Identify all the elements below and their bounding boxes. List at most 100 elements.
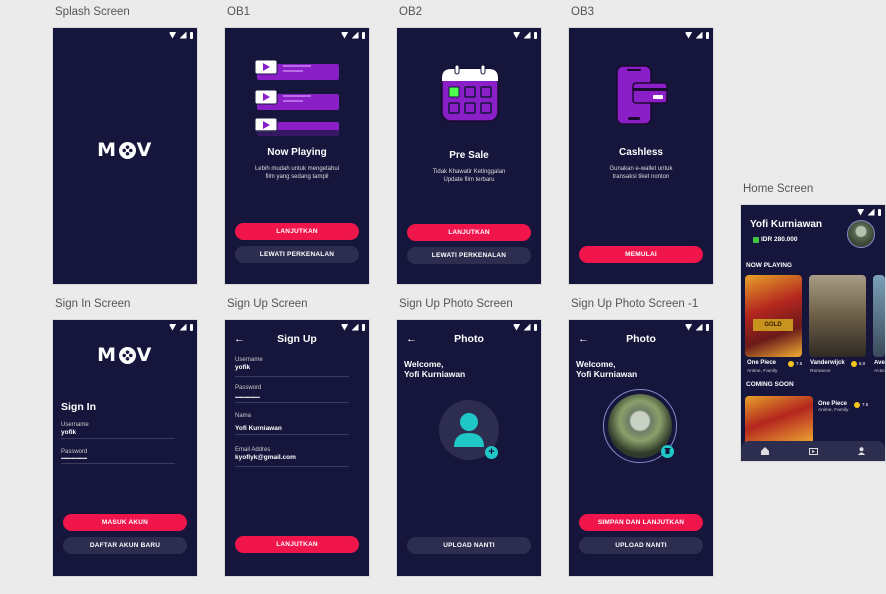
username-field[interactable]: Username yofik [235, 357, 349, 377]
avatar[interactable] [847, 220, 875, 248]
movie-title: Ave [874, 360, 885, 366]
signal-icon [867, 208, 875, 216]
ob3-desc-line2: transaksi tiket nonton [612, 174, 670, 180]
name-value: Yofi Kurniawan [235, 425, 282, 432]
signup-photo-screen: ← Photo Welcome, Yofi Kurniawan + UPLOAD… [397, 320, 541, 576]
password-field[interactable]: Password •••••••••••••••••••••• [61, 449, 175, 464]
film-reel-icon [118, 346, 136, 364]
label-splash: Splash Screen [55, 6, 130, 18]
welcome-line1: Welcome, [576, 359, 616, 369]
status-bar [340, 323, 365, 331]
save-continue-button[interactable]: SIMPAN DAN LANJUTKAN [579, 514, 703, 531]
ob1-desc-line2: film yang sedang tampil [265, 174, 329, 180]
logo-text-v: V [136, 139, 153, 161]
signin-screen: MV Sign In Username yofik Password •••••… [53, 320, 197, 576]
battery-icon [361, 323, 365, 331]
start-button[interactable]: MEMULAI [579, 246, 703, 263]
label-home: Home Screen [743, 183, 814, 195]
wifi-icon [168, 323, 177, 331]
page-title: Photo [626, 333, 656, 345]
username-field[interactable]: Username yofik [61, 422, 175, 439]
star-icon [854, 402, 860, 408]
skip-intro-button[interactable]: LEWATI PERKENALAN [407, 247, 531, 264]
welcome-name: Yofi Kurniawan [404, 369, 466, 379]
ob2-desc-line2: Update film terbaru [443, 177, 495, 183]
wifi-icon [340, 31, 349, 39]
password-label: Password [61, 449, 88, 455]
wifi-icon [856, 208, 865, 216]
wifi-icon [340, 323, 349, 331]
wifi-icon [512, 31, 521, 39]
username-value: yofik [61, 429, 77, 436]
home-icon[interactable] [761, 447, 769, 455]
coming-soon-poster[interactable] [745, 396, 813, 446]
battery-icon [877, 208, 881, 216]
name-field[interactable]: Nama Yofi Kurniawan [235, 413, 349, 435]
user-name: Yofi Kurniawan [750, 219, 823, 230]
movie-genre: Anime, Family [747, 369, 778, 374]
signal-icon [351, 323, 359, 331]
upload-later-button[interactable]: UPLOAD NANTI [579, 537, 703, 554]
upload-later-button[interactable]: UPLOAD NANTI [407, 537, 531, 554]
movie-genre: Actio [874, 369, 885, 374]
ob2-title: Pre Sale [449, 150, 489, 161]
username-label: Username [61, 422, 89, 428]
ticket-icon[interactable] [809, 447, 818, 455]
status-bar [684, 323, 709, 331]
bottom-tab-bar [741, 441, 885, 461]
password-field[interactable]: Password ••••••••••••••••••••• [235, 385, 349, 403]
status-bar [340, 31, 365, 39]
movie-poster[interactable] [809, 275, 866, 357]
ob1-screen: Now Playing Lebih mudah untuk mengetahui… [225, 28, 369, 284]
calendar-icon [441, 65, 499, 122]
name-label: Nama [235, 413, 252, 419]
continue-button[interactable]: LANJUTKAN [407, 224, 531, 241]
label-signup-photo-1: Sign Up Photo Screen -1 [571, 298, 699, 310]
signal-icon [179, 31, 187, 39]
now-playing-illustration [253, 59, 343, 136]
delete-icon[interactable] [661, 445, 674, 458]
ob2-screen: Pre Sale Tidak Khawatir Ketinggalan Upda… [397, 28, 541, 284]
page-title: Photo [454, 333, 484, 345]
ob2-desc-line1: Tidak Khawatir Ketinggalan [432, 169, 506, 175]
coming-genre: Anime, Family [818, 408, 849, 413]
balance-value: IDR 280.000 [761, 236, 798, 243]
password-value: •••••••••••••••••••••• [61, 456, 87, 461]
signal-icon [695, 323, 703, 331]
email-field[interactable]: Email Addres kyofiyk@gmail.com [235, 447, 349, 467]
label-ob3: OB3 [571, 6, 595, 18]
password-label: Password [235, 385, 262, 391]
movie-poster[interactable] [873, 275, 885, 357]
mov-logo: MV [53, 139, 197, 161]
welcome-text: Welcome, Yofi Kurniawan [576, 359, 637, 379]
coming-soon-heading: COMING SOON [746, 381, 794, 388]
signal-icon [351, 31, 359, 39]
film-reel-icon [118, 141, 136, 159]
movie-poster[interactable]: GOLD [745, 275, 802, 357]
profile-icon[interactable] [858, 447, 865, 455]
continue-button[interactable]: LANJUTKAN [235, 223, 359, 240]
continue-button[interactable]: LANJUTKAN [235, 536, 359, 553]
status-bar [168, 323, 193, 331]
add-icon[interactable]: + [485, 446, 498, 459]
login-button[interactable]: MASUK AKUN [63, 514, 187, 531]
register-button[interactable]: DAFTAR AKUN BARU [63, 537, 187, 554]
splash-screen: MV [53, 28, 197, 284]
movie-rating: 8.0 [859, 361, 866, 366]
battery-icon [705, 31, 709, 39]
battery-icon [189, 323, 193, 331]
status-bar [168, 31, 193, 39]
label-signup: Sign Up Screen [227, 298, 308, 310]
signal-icon [523, 31, 531, 39]
wallet-icon [753, 236, 759, 243]
email-label: Email Addres [235, 447, 271, 453]
now-playing-heading: NOW PLAYING [746, 262, 792, 269]
signal-icon [179, 323, 187, 331]
skip-intro-button[interactable]: LEWATI PERKENALAN [235, 246, 359, 263]
ob1-desc-line1: Lebih mudah untuk mengetahui [254, 166, 340, 172]
battery-icon [361, 31, 365, 39]
signup-photo-1-screen: ← Photo Welcome, Yofi Kurniawan SIMPAN D… [569, 320, 713, 576]
balance: IDR 280.000 [753, 236, 798, 243]
status-bar [512, 323, 537, 331]
logo-text-m: M [97, 139, 118, 161]
